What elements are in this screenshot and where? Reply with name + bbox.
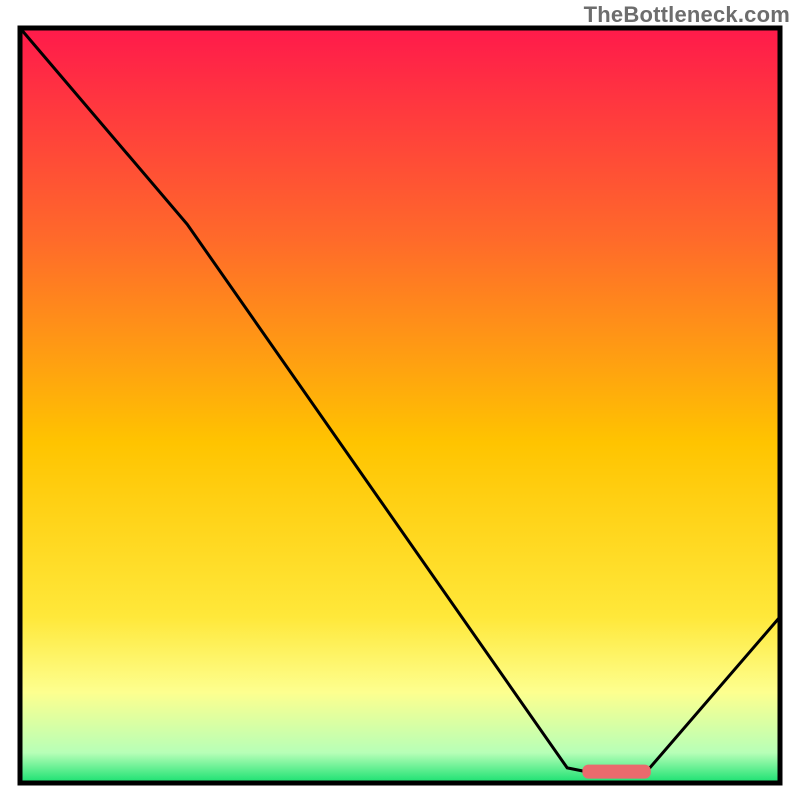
- optimal-marker: [582, 765, 650, 779]
- plot-background: [20, 28, 780, 783]
- chart-container: TheBottleneck.com: [0, 0, 800, 800]
- watermark-text: TheBottleneck.com: [584, 2, 790, 28]
- bottleneck-chart: [0, 0, 800, 800]
